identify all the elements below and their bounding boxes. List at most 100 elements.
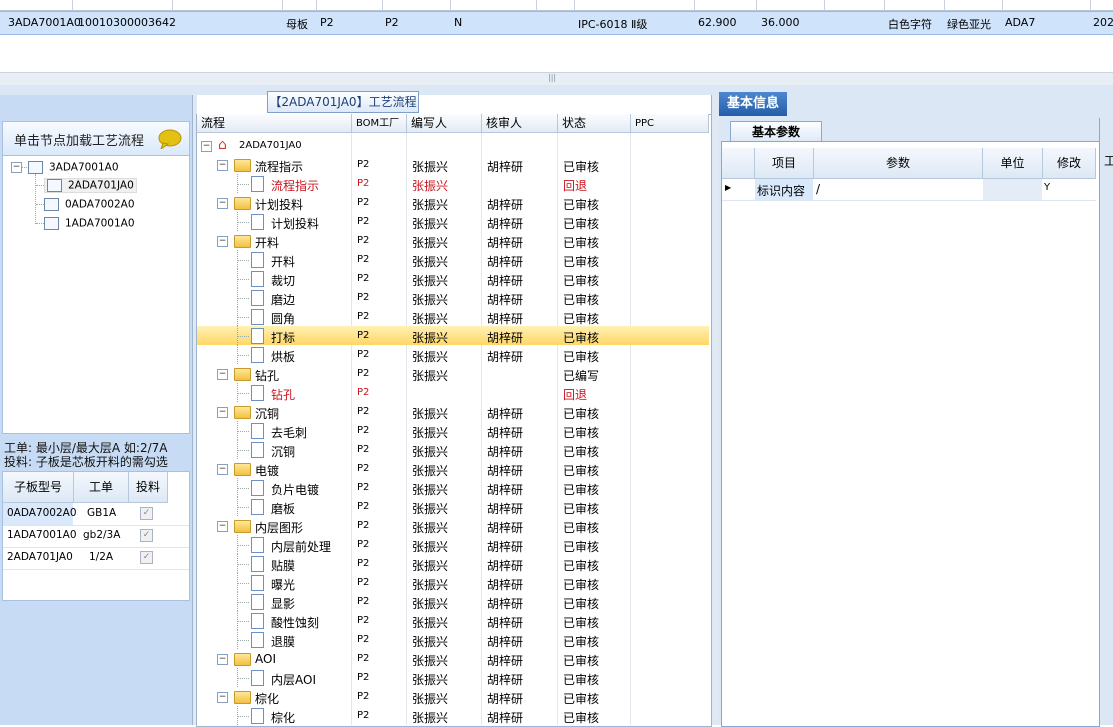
flow-group-row[interactable]: − 内层图形 P2 张振兴 胡梓研 已审核 (197, 516, 709, 535)
flow-step-row[interactable]: 流程指示 P2 张振兴 回退 (197, 174, 709, 193)
step-reviewer: 胡梓研 (487, 274, 524, 288)
collapse-icon[interactable]: − (217, 198, 228, 209)
collapse-icon[interactable]: − (217, 521, 228, 532)
tab-basic-params[interactable]: 基本参数 (730, 121, 822, 142)
col-header-modify[interactable]: 修改 (1043, 148, 1096, 179)
flow-step-row[interactable]: 棕化 P2 张振兴 胡梓研 已审核 (197, 706, 709, 725)
flow-step-row[interactable]: 内层AOI P2 张振兴 胡梓研 已审核 (197, 668, 709, 687)
col-header-flow[interactable]: 流程 (197, 114, 352, 133)
flow-step-row[interactable]: 圆角 P2 张振兴 胡梓研 已审核 (197, 307, 709, 326)
col-header-status[interactable]: 状态 (558, 114, 631, 133)
col-header-param[interactable]: 参数 (814, 148, 983, 179)
flow-step-row[interactable]: 退膜 P2 张振兴 胡梓研 已审核 (197, 630, 709, 649)
step-bom: P2 (357, 178, 370, 189)
feed-checkbox[interactable]: ✓ (140, 529, 153, 542)
collapse-icon[interactable]: − (217, 160, 228, 171)
flow-step-row[interactable]: 磨板 P2 张振兴 胡梓研 已审核 (197, 497, 709, 516)
flow-step-row[interactable]: 打标 P2 张振兴 胡梓研 已审核 (197, 326, 709, 345)
step-reviewer: 胡梓研 (487, 711, 524, 725)
step-reviewer: 胡梓研 (487, 502, 524, 516)
collapse-icon[interactable]: − (201, 141, 212, 152)
flow-group-row[interactable]: − 开料 P2 张振兴 胡梓研 已审核 (197, 231, 709, 250)
col-header-model[interactable]: 子板型号 (3, 472, 74, 503)
sub-board-table: 子板型号 工单 投料 0ADA7002A0 GB1A ✓ 1ADA7001A0 … (2, 471, 190, 601)
flow-step-row[interactable]: 曝光 P2 张振兴 胡梓研 已审核 (197, 573, 709, 592)
flow-step-row[interactable]: 烘板 P2 张振兴 胡梓研 已审核 (197, 345, 709, 364)
flow-step-row[interactable]: 钻孔 P2 回退 (197, 383, 709, 402)
tree-node[interactable]: 0ADA7002A0 (44, 198, 135, 211)
step-writer: 张振兴 (412, 445, 449, 459)
tab-basic-info[interactable]: 基本信息 (719, 92, 787, 116)
step-reviewer: 胡梓研 (487, 312, 524, 326)
param-row[interactable]: ▶ 标识内容 / Y (722, 179, 1096, 201)
table-row[interactable]: 2ADA701JA0 1/2A ✓ (3, 547, 189, 570)
step-bom: P2 (357, 539, 370, 550)
table-row[interactable]: 1ADA7001A0 gb2/3A ✓ (3, 525, 189, 548)
flow-step-row[interactable]: 沉铜 P2 张振兴 胡梓研 已审核 (197, 440, 709, 459)
horizontal-splitter[interactable] (0, 72, 1113, 86)
splitter-grip-icon[interactable]: ||| (548, 74, 556, 82)
collapse-icon[interactable]: − (217, 369, 228, 380)
step-name: AOI (255, 652, 276, 666)
document-icon (251, 423, 264, 439)
step-name: 计划投料 (255, 198, 304, 212)
flow-group-row[interactable]: − 流程指示 P2 张振兴 胡梓研 已审核 (197, 155, 709, 174)
step-writer: 张振兴 (412, 160, 449, 174)
col-header-item[interactable]: 项目 (755, 148, 814, 179)
collapse-icon[interactable]: − (217, 236, 228, 247)
flow-step-row[interactable]: 负片电镀 P2 张振兴 胡梓研 已审核 (197, 478, 709, 497)
step-reviewer: 胡梓研 (487, 521, 524, 535)
param-grid (721, 141, 1100, 727)
flow-step-row[interactable]: 开料 P2 张振兴 胡梓研 已审核 (197, 250, 709, 269)
step-bom: P2 (357, 615, 370, 626)
flow-step-row[interactable]: 内层前处理 P2 张振兴 胡梓研 已审核 (197, 535, 709, 554)
flow-step-row[interactable]: 显影 P2 张振兴 胡梓研 已审核 (197, 592, 709, 611)
step-status: 回退 (563, 388, 588, 402)
step-bom: P2 (357, 387, 370, 398)
flow-group-row[interactable]: − AOI P2 张振兴 胡梓研 已审核 (197, 649, 709, 668)
flow-step-row[interactable]: 计划投料 P2 张振兴 胡梓研 已审核 (197, 212, 709, 231)
collapse-icon[interactable]: − (217, 654, 228, 665)
feed-checkbox[interactable]: ✓ (140, 507, 153, 520)
col-header-writer[interactable]: 编写人 (407, 114, 482, 133)
col-header-feed[interactable]: 投料 (129, 472, 168, 503)
col-header-order[interactable]: 工单 (74, 472, 129, 503)
step-bom: P2 (357, 368, 370, 379)
step-reviewer: 胡梓研 (487, 407, 524, 421)
collapse-icon[interactable]: − (217, 692, 228, 703)
col-header-reviewer[interactable]: 核审人 (482, 114, 558, 133)
document-icon (251, 271, 264, 287)
table-row[interactable]: 0ADA7002A0 GB1A ✓ (3, 503, 189, 526)
flow-step-row[interactable]: 酸性蚀刻 P2 张振兴 胡梓研 已审核 (197, 611, 709, 630)
tree-node-root[interactable]: 3ADA7001A0 (28, 161, 119, 174)
feed-checkbox[interactable]: ✓ (140, 551, 153, 564)
collapse-icon[interactable]: − (217, 464, 228, 475)
flow-step-row[interactable]: 裁切 P2 张振兴 胡梓研 已审核 (197, 269, 709, 288)
step-name: 内层AOI (271, 673, 316, 687)
step-reviewer: 胡梓研 (487, 236, 524, 250)
flow-step-row[interactable]: 磨边 P2 张振兴 胡梓研 已审核 (197, 288, 709, 307)
record-row-selected[interactable]: 3ADA7001A0 10010300003642 母板 P2 P2 N IPC… (0, 11, 1113, 35)
tree-node-selected[interactable]: 2ADA701JA0 (44, 178, 137, 193)
param-value[interactable]: / (816, 182, 820, 196)
flow-group-row[interactable]: − 计划投料 P2 张振兴 胡梓研 已审核 (197, 193, 709, 212)
tree-node[interactable]: 1ADA7001A0 (44, 217, 135, 230)
flow-step-row[interactable]: 贴膜 P2 张振兴 胡梓研 已审核 (197, 554, 709, 573)
flow-root-row[interactable]: − ⌂ 2ADA701JA0 (197, 136, 709, 155)
collapse-icon[interactable]: − (217, 407, 228, 418)
step-reviewer: 胡梓研 (487, 654, 524, 668)
step-reviewer: 胡梓研 (487, 331, 524, 345)
col-header-bom[interactable]: BOM工厂 (352, 114, 407, 133)
step-status: 已审核 (563, 559, 600, 573)
step-status: 已审核 (563, 711, 600, 725)
cell-project: ADA7 (1005, 16, 1036, 29)
col-header-unit[interactable]: 单位 (983, 148, 1043, 179)
flow-group-row[interactable]: − 钻孔 P2 张振兴 已编写 (197, 364, 709, 383)
col-header-ppc[interactable]: PPC (631, 114, 709, 133)
flow-group-row[interactable]: − 电镀 P2 张振兴 胡梓研 已审核 (197, 459, 709, 478)
flow-step-row[interactable]: 去毛刺 P2 张振兴 胡梓研 已审核 (197, 421, 709, 440)
flow-group-row[interactable]: − 沉铜 P2 张振兴 胡梓研 已审核 (197, 402, 709, 421)
param-modify[interactable]: Y (1044, 182, 1050, 193)
step-name: 退膜 (271, 635, 296, 649)
flow-group-row[interactable]: − 棕化 P2 张振兴 胡梓研 已审核 (197, 687, 709, 706)
